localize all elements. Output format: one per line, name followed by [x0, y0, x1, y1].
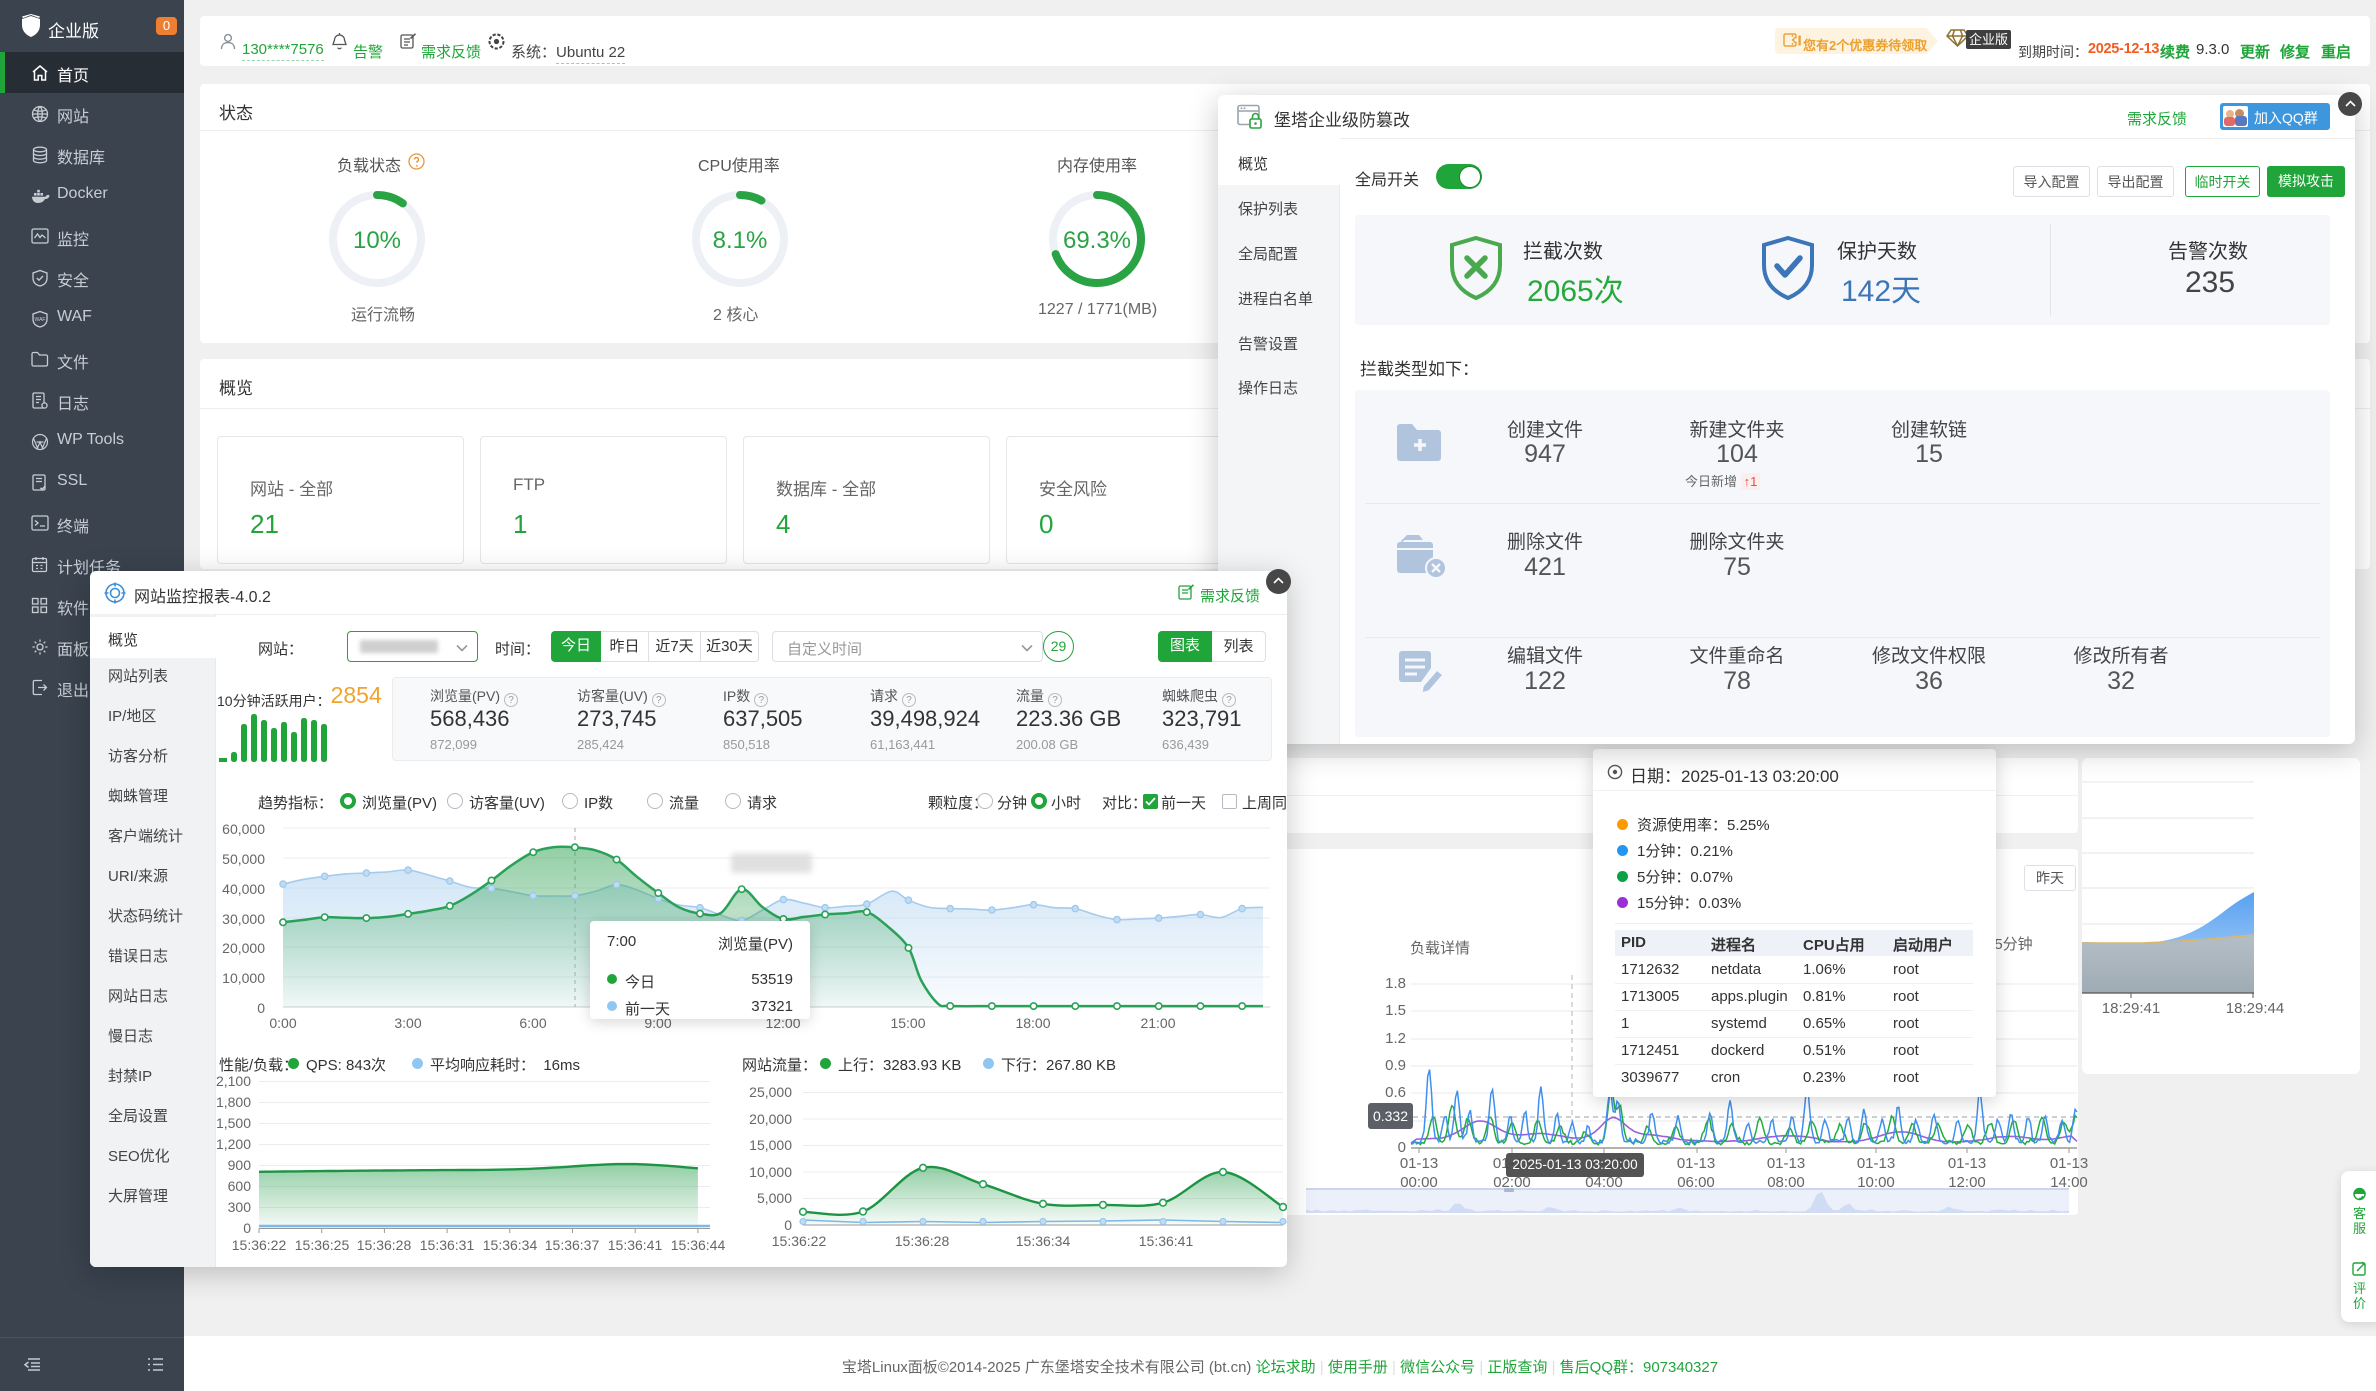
- svg-text:WAF: WAF: [35, 317, 46, 323]
- svg-text:8.1%: 8.1%: [713, 227, 768, 254]
- svg-text:10%: 10%: [353, 227, 401, 254]
- svg-text:69.3%: 69.3%: [1063, 227, 1131, 254]
